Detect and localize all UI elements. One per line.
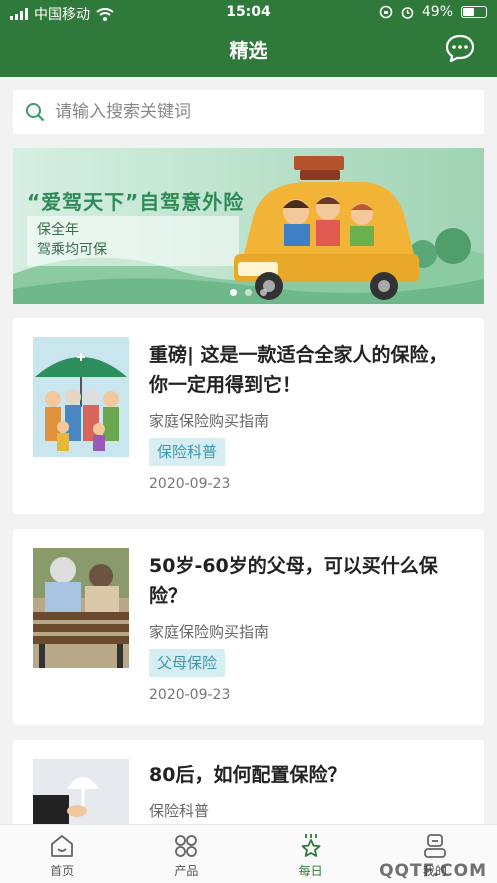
article-card[interactable]: 重磅| 这是一款适合全家人的保险，你一定用得到它！ 家庭保险购买指南 保险科普 … (13, 318, 484, 514)
banner-line-1: 保全年 (37, 222, 79, 238)
star-icon (301, 834, 321, 857)
search-bar[interactable] (13, 90, 484, 134)
article-thumbnail-family (33, 337, 129, 457)
alarm-icon (401, 7, 414, 19)
article-tag[interactable]: 父母保险 (149, 649, 226, 677)
pagination-dot[interactable] (230, 289, 237, 296)
search-icon (26, 103, 45, 122)
search-input[interactable] (55, 102, 455, 122)
tab-daily[interactable]: 每日 (249, 825, 373, 883)
profile-icon (423, 834, 446, 858)
article-title[interactable]: 80后，如何配置保险？ (149, 760, 449, 790)
pagination-dot[interactable] (245, 289, 252, 296)
tab-label: 每日 (298, 864, 323, 878)
article-title[interactable]: 50岁-60岁的父母，可以买什么保险？ (149, 551, 449, 611)
banner-headline: “爱驾天下”自驾意外险 (27, 190, 245, 214)
tab-label: 产品 (174, 864, 199, 878)
banner-pagination[interactable] (13, 289, 484, 296)
watermark: QQTF.COM (379, 861, 487, 881)
banner-line-2: 驾乘均可保 (37, 242, 107, 258)
promo-banner[interactable]: “爱驾天下”自驾意外险 保全年 驾乘均可保 (13, 148, 484, 304)
article-category: 保险科普 (149, 802, 210, 820)
article-card[interactable]: 50岁-60岁的父母，可以买什么保险？ 家庭保险购买指南 父母保险 2020-0… (13, 529, 484, 725)
tab-label: 首页 (50, 864, 75, 878)
lock-rotation-icon (379, 5, 393, 19)
top-bar: 中国移动 15:04 49% 精选 (0, 0, 497, 77)
page-title: 精选 (229, 40, 268, 62)
tab-products[interactable]: 产品 (124, 825, 248, 883)
battery-icon (461, 6, 487, 18)
battery-percent: 49% (421, 4, 453, 20)
home-icon (51, 835, 74, 857)
article-date: 2020-09-23 (149, 476, 231, 492)
article-tag[interactable]: 保险科普 (149, 438, 226, 466)
chat-icon[interactable] (445, 34, 475, 62)
grid-icon (175, 835, 198, 857)
tab-home[interactable]: 首页 (0, 825, 124, 883)
article-title[interactable]: 重磅| 这是一款适合全家人的保险，你一定用得到它！ (149, 340, 449, 400)
status-bar: 中国移动 15:04 49% (0, 0, 497, 26)
article-date: 2020-09-23 (149, 687, 231, 703)
car-family-illustration (234, 156, 419, 300)
banner-subtitle-box: 保全年 驾乘均可保 (27, 216, 239, 266)
article-category: 家庭保险购买指南 (149, 623, 270, 641)
article-category: 家庭保险购买指南 (149, 412, 270, 430)
pagination-dot[interactable] (260, 289, 267, 296)
article-thumbnail-elderly (33, 548, 129, 668)
